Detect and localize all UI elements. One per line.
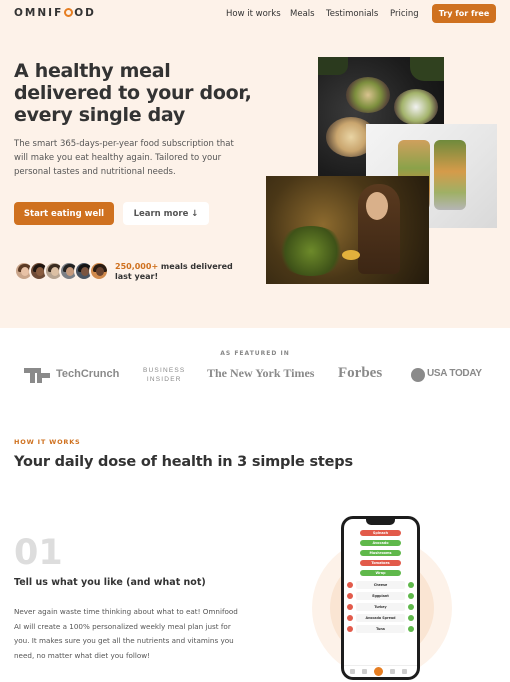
section-title: Your daily dose of health in 3 simple st…	[14, 454, 353, 470]
learn-more-button[interactable]: Learn more ↓	[123, 202, 209, 225]
food-tag: Tomatoes	[360, 560, 401, 566]
nav-link-meals[interactable]: Meals	[290, 9, 315, 19]
customer-avatars	[14, 261, 110, 282]
start-eating-well-button[interactable]: Start eating well	[14, 202, 114, 225]
dislike-icon	[347, 593, 353, 599]
like-icon	[408, 626, 414, 632]
check-icon	[374, 667, 383, 676]
food-tag: Avocado	[360, 540, 401, 546]
nav-link-testimonials[interactable]: Testimonials	[326, 9, 378, 19]
like-icon	[408, 604, 414, 610]
like-icon	[408, 582, 414, 588]
food-tag: Mushrooms	[360, 550, 401, 556]
dislike-icon	[347, 626, 353, 632]
step-description: Never again waste time thinking about wh…	[14, 607, 238, 660]
phone-notch	[366, 519, 395, 525]
phone-screen: Spinach Avocado Mushrooms Tomatoes Wrap …	[344, 519, 417, 677]
food-row: Cheese	[347, 581, 414, 589]
nytimes-logo: The New York Times	[207, 366, 315, 380]
usa-today-logo-dot	[411, 368, 425, 382]
dislike-icon	[347, 604, 353, 610]
nav-link-how-it-works[interactable]: How it works	[226, 9, 281, 19]
profile-icon	[402, 669, 407, 674]
try-for-free-button[interactable]: Try for free	[432, 4, 496, 23]
step-title: Tell us what you like (and what not)	[14, 577, 206, 588]
dislike-icon	[347, 615, 353, 621]
nav-link-pricing[interactable]: Pricing	[390, 9, 419, 19]
hero-description: The smart 365-days-per-year food subscri…	[14, 139, 234, 177]
featured-in-label: AS FEATURED IN	[220, 350, 290, 357]
section-label: HOW IT WORKS	[14, 438, 81, 446]
food-tag: Spinach	[360, 530, 401, 536]
food-row: Turkey	[347, 603, 414, 611]
techcrunch-logo: TechCrunch	[56, 368, 120, 380]
forbes-logo: Forbes	[338, 365, 383, 381]
business-insider-logo: BUSINESS INSIDER	[143, 367, 186, 383]
food-row: Avocado Spread	[347, 614, 414, 622]
logo-ring-icon	[64, 8, 74, 17]
meals-delivered-text: 250,000+ meals delivered last year!	[115, 262, 233, 281]
step-number: 01	[14, 533, 63, 573]
hero-image-woman-eating	[266, 176, 429, 284]
home-icon	[350, 669, 355, 674]
logo[interactable]: OMNIF OD	[14, 7, 96, 19]
like-icon	[408, 593, 414, 599]
phone-tab-bar	[344, 665, 417, 677]
food-tag: Wrap	[360, 570, 401, 576]
calendar-icon	[362, 669, 367, 674]
usa-today-logo: USA TODAY	[427, 368, 482, 379]
app-phone-mockup: Spinach Avocado Mushrooms Tomatoes Wrap …	[341, 516, 420, 680]
avatar	[89, 261, 109, 281]
dislike-icon	[347, 582, 353, 588]
techcrunch-logo-mark	[24, 368, 50, 383]
food-row: Tuna	[347, 625, 414, 633]
hero-title: A healthy meal delivered to your door, e…	[14, 60, 252, 126]
food-row: Eggplant	[347, 592, 414, 600]
like-icon	[408, 615, 414, 621]
bookmark-icon	[390, 669, 395, 674]
